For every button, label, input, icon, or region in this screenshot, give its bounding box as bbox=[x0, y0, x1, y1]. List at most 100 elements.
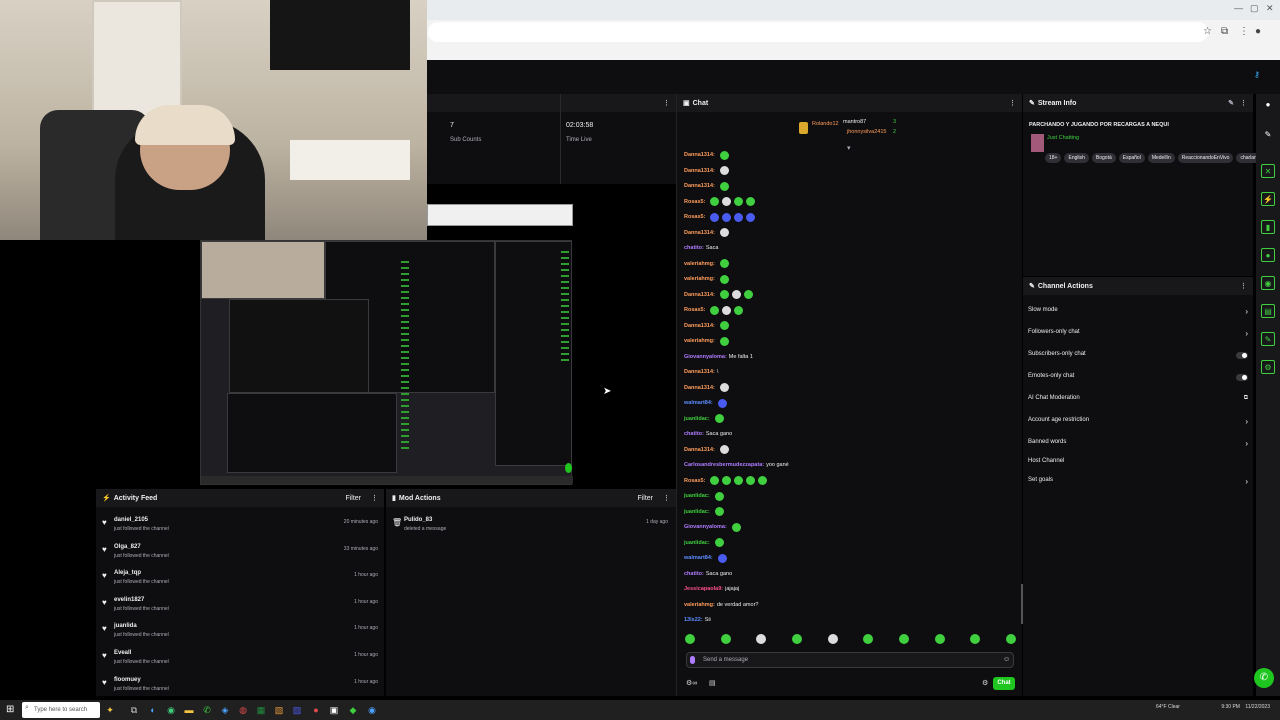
excel-icon[interactable]: ▦ bbox=[255, 704, 267, 716]
chat-message[interactable]: juanlidac: bbox=[684, 506, 724, 518]
bits-icon[interactable] bbox=[690, 656, 695, 664]
category-name[interactable]: Just Chatting bbox=[1047, 135, 1079, 141]
activity-feed-item[interactable]: ♥ Eveall just followed the channel 1 hour a… bbox=[96, 650, 384, 676]
chrome-icon-3[interactable]: ◉ bbox=[366, 704, 378, 716]
chat-message[interactable]: Giovannyaloma: bbox=[684, 521, 741, 533]
close-icon[interactable]: ✕ bbox=[1261, 164, 1275, 178]
chat-message[interactable]: juanlidac: bbox=[684, 537, 724, 549]
chat-username[interactable]: Rosas5: bbox=[684, 199, 705, 205]
chat-username[interactable]: Rosas5: bbox=[684, 478, 705, 484]
file-explorer-icon[interactable]: ▬ bbox=[183, 704, 195, 716]
chat-username[interactable]: Danna1314: bbox=[684, 323, 715, 329]
settings-icon[interactable]: ⚙ bbox=[982, 679, 988, 687]
mod-action-item[interactable]: 🗑 Pulido_83 deleted a message 1 day ago bbox=[386, 517, 674, 543]
points-icon[interactable]: ⚙∞ bbox=[686, 679, 697, 687]
more-icon[interactable]: ⋮ bbox=[1240, 99, 1247, 107]
stream-tag[interactable]: English bbox=[1064, 153, 1089, 163]
channel-action-item[interactable]: Subscribers-only chat bbox=[1028, 351, 1248, 363]
external-link-icon[interactable]: ⧉ bbox=[1244, 395, 1248, 402]
chat-username[interactable]: Danna1314: bbox=[684, 369, 715, 375]
toggle-switch[interactable] bbox=[1236, 374, 1248, 381]
chat-icon[interactable]: ● bbox=[1261, 248, 1275, 262]
edit-icon[interactable]: ✎ bbox=[1228, 99, 1234, 107]
chat-username[interactable]: 13ls22: bbox=[684, 617, 703, 623]
activity-feed-item[interactable]: ♥ Olga_827 just followed the channel 33 min… bbox=[96, 544, 384, 570]
channel-action-item[interactable]: Banned words › bbox=[1028, 439, 1248, 451]
list-icon[interactable]: ▤ bbox=[1261, 304, 1275, 318]
close-button[interactable]: ✕ bbox=[1266, 3, 1274, 14]
more-icon[interactable]: ⋮ bbox=[371, 494, 378, 502]
chat-username[interactable]: chatito: bbox=[684, 571, 704, 577]
chat-message[interactable]: Rosas5: bbox=[684, 196, 756, 208]
activity-feed-item[interactable]: ♥ floomuey just followed the channel 1 hour… bbox=[96, 677, 384, 703]
chat-message[interactable]: Danna1314: bbox=[684, 165, 729, 177]
minimize-button[interactable]: — bbox=[1234, 3, 1243, 13]
chat-username[interactable]: chatito: bbox=[684, 431, 704, 437]
teams-icon[interactable]: ▨ bbox=[291, 704, 303, 716]
wrench-icon[interactable]: ✎ bbox=[1261, 332, 1275, 346]
filter-button[interactable]: Filter bbox=[637, 495, 653, 502]
chat-username[interactable]: valeriahmg: bbox=[684, 602, 715, 608]
extensions-icon[interactable]: ⧉ bbox=[1221, 26, 1228, 37]
quick-emote-icon[interactable] bbox=[898, 634, 909, 644]
star-icon[interactable]: ☆ bbox=[1203, 26, 1212, 37]
chat-username[interactable]: Danna1314: bbox=[684, 168, 715, 174]
edge-icon[interactable]: ◐ bbox=[147, 704, 159, 716]
chat-message[interactable]: walmart84: bbox=[684, 552, 727, 564]
quick-emote-icon[interactable] bbox=[934, 634, 945, 644]
more-icon[interactable]: ⋮ bbox=[1009, 99, 1016, 107]
activity-feed-item[interactable]: ♥ Aleja_tqp just followed the channel 1 hou… bbox=[96, 570, 384, 596]
quick-emote-icon[interactable] bbox=[863, 634, 874, 644]
quick-emote-icon[interactable] bbox=[685, 634, 695, 644]
chat-username[interactable]: valeriahmg: bbox=[684, 261, 715, 267]
toggle-switch[interactable] bbox=[1236, 352, 1248, 359]
chat-message[interactable]: Rosas5: bbox=[684, 211, 756, 223]
chat-username[interactable]: chatito: bbox=[684, 245, 704, 251]
chevron-right-icon[interactable]: › bbox=[1245, 417, 1248, 426]
chat-message[interactable]: Giovannyaloma: Me falta 1 bbox=[684, 351, 753, 363]
windows-start-icon[interactable]: ⊞ bbox=[6, 704, 14, 715]
chat-username[interactable]: Carlosandresbermudezzapata: bbox=[684, 462, 764, 468]
chat-bubble-icon[interactable]: ✆ bbox=[1254, 668, 1274, 688]
chat-message[interactable]: Danna1314: \ bbox=[684, 366, 718, 378]
key-icon[interactable]: ⚷ bbox=[1254, 70, 1260, 79]
app-icon-2[interactable]: ◆ bbox=[347, 704, 359, 716]
chat-username[interactable]: Danna1314: bbox=[684, 385, 715, 391]
quick-emote-icon[interactable] bbox=[791, 634, 802, 644]
chat-username[interactable]: Giovannyaloma: bbox=[684, 354, 727, 360]
chat-message[interactable]: chatito: Saca gano bbox=[684, 428, 732, 440]
chat-username[interactable]: Danna1314: bbox=[684, 230, 715, 236]
chat-message[interactable]: Danna1314: bbox=[684, 444, 729, 456]
stream-tag[interactable]: Español bbox=[1118, 153, 1145, 163]
stream-tag[interactable]: Medellín bbox=[1147, 153, 1175, 163]
chat-message[interactable]: valeriahmg: bbox=[684, 335, 729, 347]
menu-dots-icon[interactable]: ⋮ bbox=[1239, 26, 1249, 37]
quick-emote-icon[interactable] bbox=[827, 634, 838, 644]
channel-action-item[interactable]: Emotes-only chat bbox=[1028, 373, 1248, 385]
store-icon[interactable]: ◈ bbox=[219, 704, 231, 716]
activity-feed-item[interactable]: ♥ evelin1827 just followed the channel 1 ho… bbox=[96, 597, 384, 623]
chevron-down-icon[interactable]: ▾ bbox=[847, 144, 851, 152]
more-icon[interactable]: ⋮ bbox=[663, 99, 670, 107]
lightning-icon[interactable]: ⚡ bbox=[1261, 192, 1275, 206]
chat-message[interactable]: valeriahmg: bbox=[684, 273, 729, 285]
system-tray[interactable]: 64°F Clear 9:30 PM 11/22/2023 bbox=[1156, 704, 1270, 710]
chat-username[interactable]: juanlidac: bbox=[684, 509, 710, 515]
chat-username[interactable]: valeriahmg: bbox=[684, 276, 715, 282]
edit-icon[interactable]: ✎ bbox=[1261, 128, 1275, 142]
maximize-button[interactable]: ▢ bbox=[1250, 3, 1259, 14]
quick-emote-icon[interactable] bbox=[1005, 634, 1016, 644]
stream-tag[interactable]: Bogotá bbox=[1091, 153, 1116, 163]
channel-action-item[interactable]: Host Channel bbox=[1028, 458, 1248, 470]
chat-message[interactable]: valeriahmg: de verdad amor? bbox=[684, 599, 758, 611]
task-view-icon[interactable]: ⧉ bbox=[128, 704, 140, 716]
chat-message[interactable]: Carlosandresbermudezzapata: yoo gané bbox=[684, 459, 789, 471]
taskbar-search-input[interactable]: Type here to search bbox=[22, 702, 100, 718]
address-bar[interactable] bbox=[428, 22, 1208, 42]
activity-feed-item[interactable]: ♥ daniel_2105 just followed the channel 20 … bbox=[96, 517, 384, 543]
chat-username[interactable]: Jessicapaola9: bbox=[684, 586, 723, 592]
chat-username[interactable]: juanlidac: bbox=[684, 540, 710, 546]
powerpoint-icon[interactable]: ▧ bbox=[273, 704, 285, 716]
clipboard-icon[interactable]: ▮ bbox=[1261, 220, 1275, 234]
chevron-right-icon[interactable]: › bbox=[1245, 329, 1248, 338]
